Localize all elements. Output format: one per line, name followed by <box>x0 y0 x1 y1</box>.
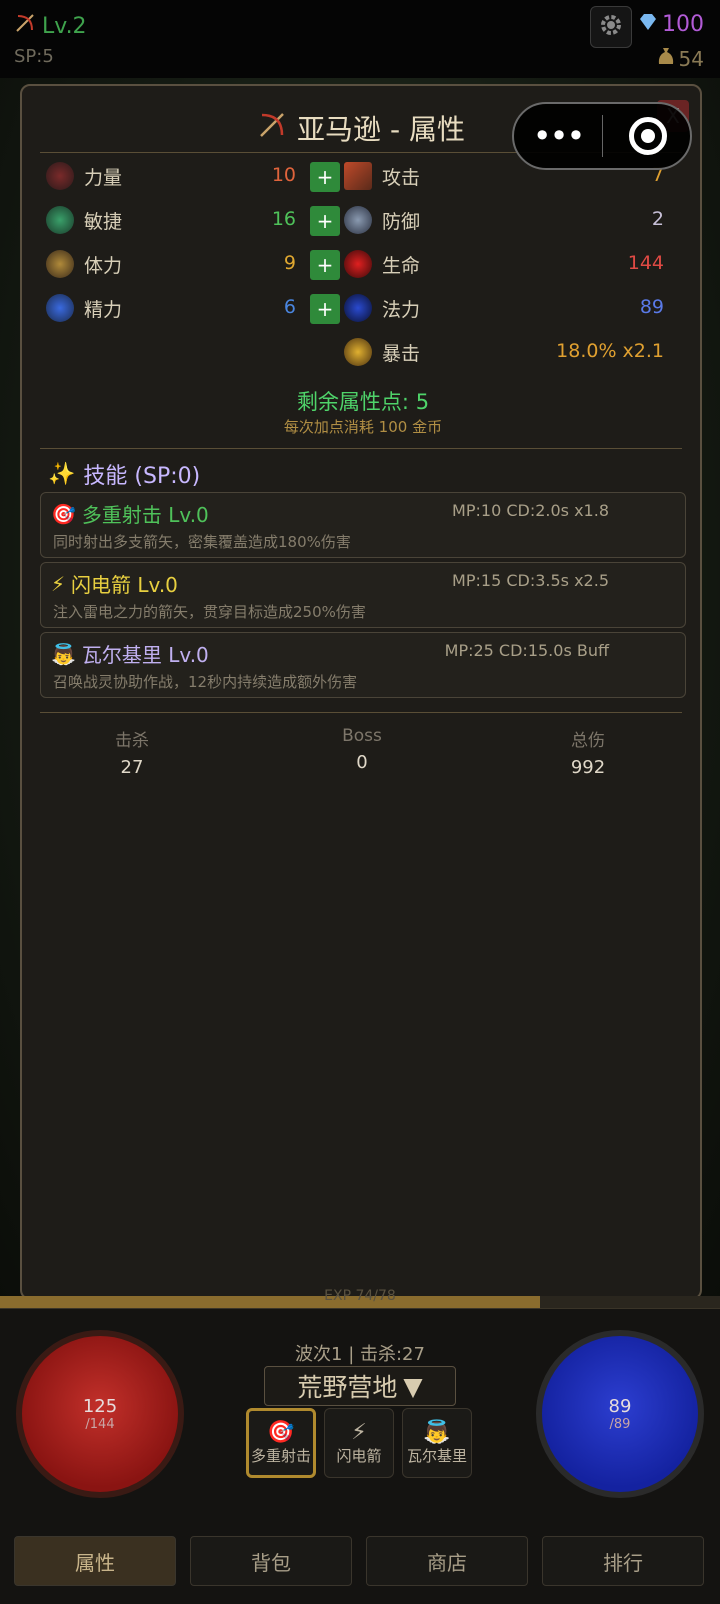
energy-plus-button[interactable]: + <box>310 294 340 324</box>
zone-selector[interactable]: 荒野营地 ▼ <box>264 1366 456 1406</box>
chevron-down-icon: ▼ <box>403 1371 423 1401</box>
settings-button[interactable] <box>590 6 632 48</box>
bow-icon <box>14 12 36 40</box>
orb-icon <box>46 294 74 322</box>
life-value: 144 <box>627 252 664 274</box>
lion-icon <box>46 250 74 278</box>
skill-slot-lightning-arrow[interactable]: ⚡ 闪电箭 <box>324 1408 394 1478</box>
vitality-plus-button[interactable]: + <box>310 250 340 280</box>
health-current: 125 <box>82 1396 118 1417</box>
bottom-tabs: 属性 背包 商店 排行 <box>0 1536 720 1586</box>
mini-program-capsule[interactable]: ••• <box>512 102 692 170</box>
skill-description: 注入雷电之力的箭矢，贯穿目标造成250%伤害 <box>53 603 366 621</box>
exit-button[interactable] <box>629 117 667 155</box>
mana-current: 89 <box>608 1396 632 1417</box>
health-orb: 125 /144 <box>16 1330 184 1498</box>
total-boss: Boss 0 <box>342 726 382 773</box>
cost-note: 每次加点消耗 100 金币 <box>283 418 443 436</box>
skill-card-multishot[interactable]: 🎯 多重射击 Lv.0 MP:10 CD:2.0s x1.8 同时射出多支箭矢，… <box>40 492 686 558</box>
target-icon <box>641 129 655 143</box>
sapphire-icon <box>344 294 372 322</box>
target-icon: 🎯 <box>267 1420 295 1445</box>
skill-meta: MP:15 CD:3.5s x2.5 <box>452 571 609 590</box>
tab-attributes[interactable]: 属性 <box>14 1536 176 1586</box>
stat-defense: 防御 <box>344 202 420 238</box>
skill-name: 👼 瓦尔基里 Lv.0 <box>51 641 209 668</box>
gem-counter: 100 <box>638 12 704 37</box>
strength-value: 10 <box>271 164 296 186</box>
defense-value: 2 <box>651 208 664 230</box>
skill-meta: MP:10 CD:2.0s x1.8 <box>452 501 609 520</box>
crossed-swords-icon <box>344 162 372 190</box>
stat-vitality: 体力 <box>46 246 122 282</box>
attribute-panel: 亚马逊 - 属性 力量 10 + 敏捷 16 + 体力 9 + 精力 6 + 攻… <box>20 84 702 1300</box>
skills-heading: ✨ 技能 (SP:0) <box>48 461 201 490</box>
health-max: /144 <box>85 1417 115 1432</box>
skill-card-lightning-arrow[interactable]: ⚡ 闪电箭 Lv.0 MP:15 CD:3.5s x2.5 注入雷电之力的箭矢，… <box>40 562 686 628</box>
skill-slot-multishot[interactable]: 🎯 多重射击 <box>246 1408 316 1478</box>
section-divider <box>40 712 682 713</box>
skill-slot-valkyrie[interactable]: 👼 瓦尔基里 <box>402 1408 472 1478</box>
skill-description: 召唤战灵协助作战，12秒内持续造成额外伤害 <box>53 673 358 691</box>
skill-name: 🎯 多重射击 Lv.0 <box>51 501 209 528</box>
angel-icon: 👼 <box>423 1420 451 1445</box>
lightning-icon: ⚡ <box>51 571 66 596</box>
wave-counter: 波次1 | 击杀:27 <box>295 1344 425 1365</box>
stat-strength: 力量 <box>46 158 122 194</box>
lightning-icon: ⚡ <box>351 1420 367 1445</box>
stat-mana: 法力 <box>344 290 420 326</box>
mana-value: 89 <box>639 296 664 318</box>
stat-attack: 攻击 <box>344 158 420 194</box>
angel-icon: 👼 <box>51 641 76 666</box>
player-level: Lv.2 <box>14 12 87 40</box>
mana-max: /89 <box>609 1417 631 1432</box>
strength-plus-button[interactable]: + <box>310 162 340 192</box>
bow-icon <box>257 110 287 147</box>
more-menu-button[interactable]: ••• <box>514 120 602 152</box>
energy-value: 6 <box>283 296 296 318</box>
mana-orb: 89 /89 <box>536 1330 704 1498</box>
skill-description: 同时射出多支箭矢，密集覆盖造成180%伤害 <box>53 533 351 551</box>
tab-inventory[interactable]: 背包 <box>190 1536 352 1586</box>
diamond-icon <box>638 12 658 37</box>
vitality-value: 9 <box>283 252 296 274</box>
skill-name: ⚡ 闪电箭 Lv.0 <box>51 571 178 598</box>
section-divider <box>40 448 682 449</box>
skill-meta: MP:25 CD:15.0s Buff <box>444 641 609 660</box>
top-bar: Lv.2 SP:5 100 54 <box>0 0 720 78</box>
burst-icon <box>344 338 372 366</box>
money-bag-icon <box>657 46 675 71</box>
total-damage: 总伤 992 <box>570 731 606 778</box>
stat-energy: 精力 <box>46 290 122 326</box>
stat-life: 生命 <box>344 246 420 282</box>
capsule-divider <box>602 115 603 157</box>
skill-points-label: SP:5 <box>14 46 54 67</box>
stat-agility: 敏捷 <box>46 202 122 238</box>
critical-value: 18.0% x2.1 <box>556 340 664 362</box>
tab-shop[interactable]: 商店 <box>366 1536 528 1586</box>
ruby-icon <box>344 250 372 278</box>
gold-counter: 54 <box>657 46 704 71</box>
exp-text: EXP 74/78 <box>324 1288 396 1304</box>
shield-icon <box>344 206 372 234</box>
remaining-points: 剩余属性点: 5 <box>296 390 430 414</box>
stat-critical: 暴击 <box>344 334 420 370</box>
agility-value: 16 <box>271 208 296 230</box>
agility-plus-button[interactable]: + <box>310 206 340 236</box>
total-kills: 击杀 27 <box>115 731 149 778</box>
feather-icon <box>46 206 74 234</box>
sword-icon <box>46 162 74 190</box>
tab-ranking[interactable]: 排行 <box>542 1536 704 1586</box>
target-icon: 🎯 <box>51 501 76 526</box>
skill-card-valkyrie[interactable]: 👼 瓦尔基里 Lv.0 MP:25 CD:15.0s Buff 召唤战灵协助作战… <box>40 632 686 698</box>
sparkles-icon: ✨ <box>48 461 76 487</box>
gear-icon <box>598 12 624 42</box>
